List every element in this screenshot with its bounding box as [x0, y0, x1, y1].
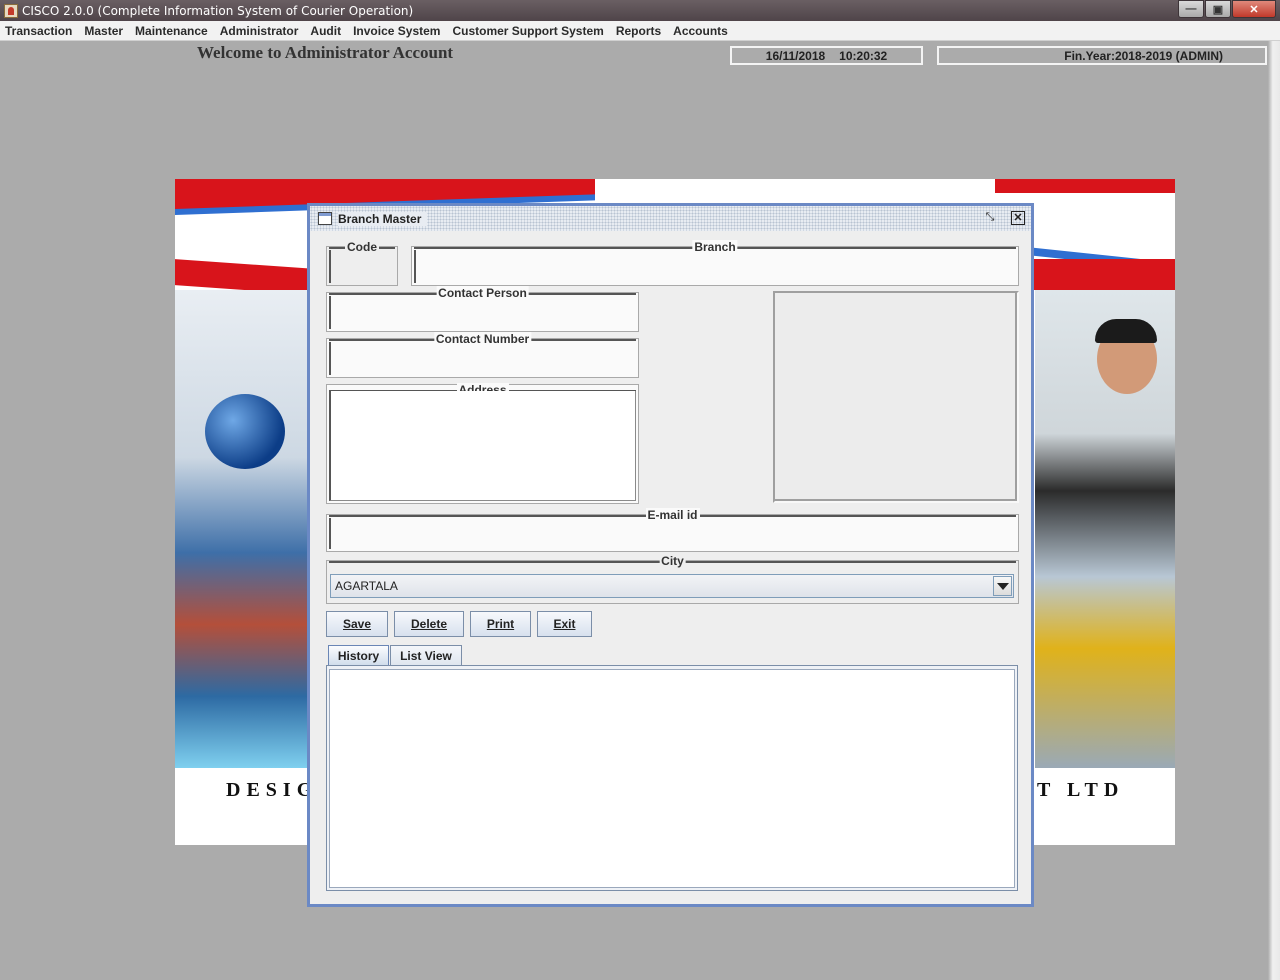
branch-photo-panel [773, 291, 1019, 503]
branch-master-form: Code Branch Contact Person Contact Numbe… [310, 231, 1031, 904]
menu-reports[interactable]: Reports [610, 24, 667, 38]
window-title: CISCO 2.0.0 (Complete Information System… [22, 3, 414, 18]
branch-master-titlebar[interactable]: Branch Master ⤡ ✕ [310, 206, 1031, 231]
menu-accounts[interactable]: Accounts [667, 24, 734, 38]
branch-input[interactable] [414, 250, 1016, 283]
minimize-button[interactable]: — [1178, 0, 1204, 18]
contact-number-group: Contact Number [326, 332, 639, 378]
date-time-display: 16/11/2018 10:20:32 [730, 46, 923, 65]
window-titlebar: CISCO 2.0.0 (Complete Information System… [0, 0, 1280, 21]
city-label: City [659, 554, 686, 568]
internal-frame-icon [318, 212, 332, 225]
financial-year-display: Fin.Year:2018-2019 (ADMIN) [937, 46, 1267, 65]
address-group: Address [326, 383, 639, 504]
email-input[interactable] [329, 518, 1016, 549]
branch-master-window: Branch Master ⤡ ✕ Code Branch Contact Pe… [307, 203, 1034, 907]
banner-red-stripe [995, 179, 1175, 193]
desktop-edge [1268, 41, 1280, 980]
cisco-app-icon [4, 3, 18, 18]
globe-image [205, 394, 285, 469]
contact-number-input[interactable] [329, 342, 636, 375]
contact-person-input[interactable] [329, 296, 636, 329]
history-tab-panel [326, 665, 1018, 891]
banner-logistics-photo [175, 290, 315, 768]
close-icon[interactable]: ✕ [1011, 211, 1025, 225]
print-button[interactable]: Print [470, 611, 531, 637]
menu-transaction[interactable]: Transaction [0, 24, 78, 38]
exit-button[interactable]: Exit [537, 611, 592, 637]
time-text: 10:20:32 [839, 48, 888, 63]
delete-button[interactable]: Delete [394, 611, 464, 637]
fin-year-text: Fin.Year:2018-2019 (ADMIN) [1064, 48, 1223, 63]
menu-invoice-system[interactable]: Invoice System [347, 24, 446, 38]
branch-group: Branch [411, 240, 1019, 286]
window-controls: — ▣ ✕ [1177, 0, 1276, 18]
welcome-heading: Welcome to Administrator Account [197, 43, 454, 62]
history-list[interactable] [329, 669, 1015, 888]
contact-person-group: Contact Person [326, 286, 639, 332]
menubar: Transaction Master Maintenance Administr… [0, 21, 1280, 41]
date-text: 16/11/2018 [765, 48, 826, 63]
menu-maintenance[interactable]: Maintenance [129, 24, 214, 38]
banner-caption-left: DESIG [226, 779, 319, 801]
code-group: Code [326, 240, 398, 286]
maximize-button[interactable]: ▣ [1205, 0, 1231, 18]
menu-audit[interactable]: Audit [304, 24, 347, 38]
code-input[interactable] [329, 250, 395, 283]
chevron-down-icon[interactable] [993, 576, 1012, 596]
close-button[interactable]: ✕ [1232, 0, 1276, 18]
save-button[interactable]: Save [326, 611, 388, 637]
restore-icon[interactable]: ⤡ [983, 211, 997, 225]
menu-master[interactable]: Master [78, 24, 129, 38]
tab-history[interactable]: History [328, 645, 389, 666]
email-group: E-mail id [326, 508, 1019, 552]
branch-master-title: Branch Master [338, 211, 428, 226]
banner-caption-right: T LTD [1037, 779, 1125, 801]
menu-administrator[interactable]: Administrator [214, 24, 305, 38]
menu-customer-support-system[interactable]: Customer Support System [446, 24, 609, 38]
city-select[interactable]: AGARTALA [330, 574, 1014, 598]
city-selected-value: AGARTALA [335, 579, 398, 593]
banner-red-stripe [1030, 259, 1175, 290]
address-textarea[interactable] [329, 391, 636, 501]
courier-cap-image [1095, 319, 1157, 343]
tab-list-view[interactable]: List View [390, 645, 462, 665]
